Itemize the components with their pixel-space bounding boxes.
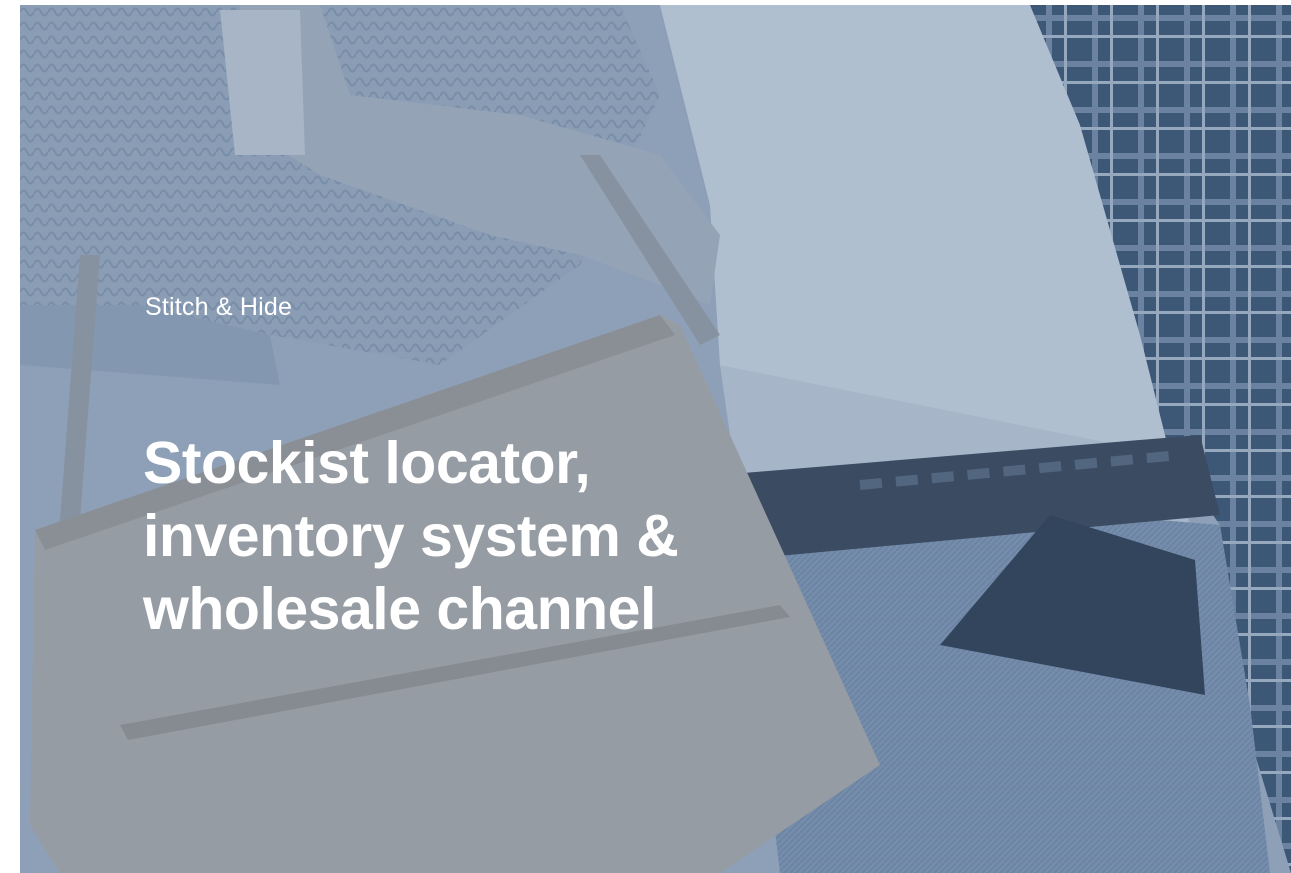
headline-line-1: Stockist locator, [143, 430, 591, 496]
brand-name: Stitch & Hide [145, 293, 293, 321]
hero-headline: Stockist locator, inventory system & who… [143, 427, 679, 646]
headline-line-2: inventory system & [143, 503, 679, 569]
headline-line-3: wholesale channel [143, 576, 656, 642]
hero-banner: Stitch & Hide Stockist locator, inventor… [0, 0, 1291, 873]
